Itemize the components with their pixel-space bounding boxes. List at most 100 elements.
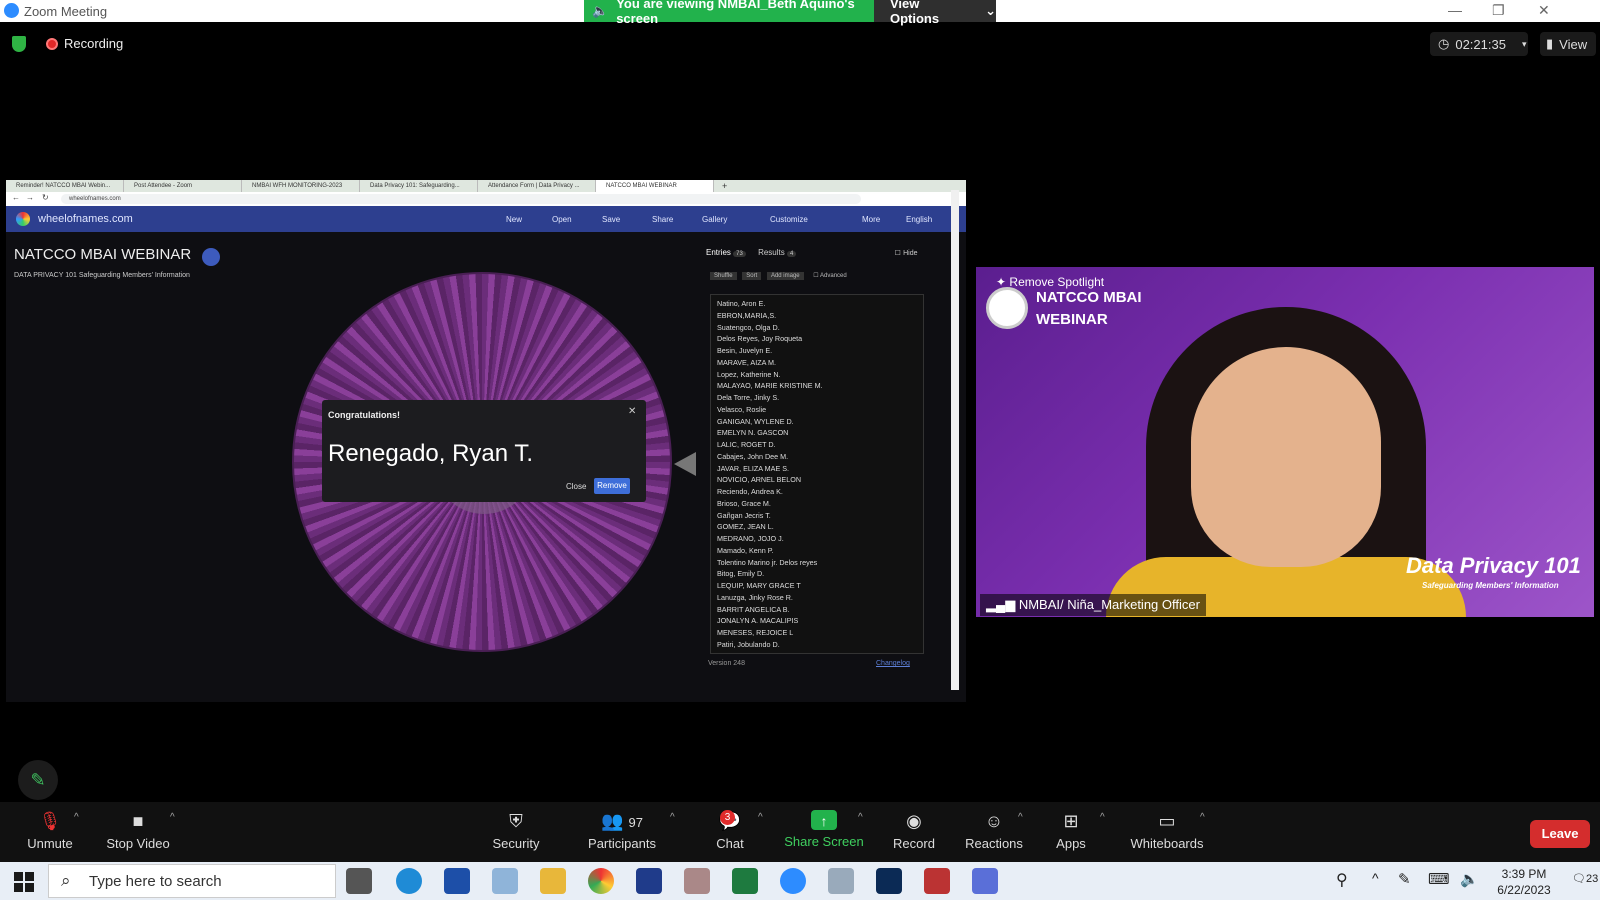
security-button[interactable]: ⛨ Security (466, 802, 566, 862)
natcco-logo-icon (986, 287, 1028, 329)
stop-video-button[interactable]: ■ Stop Video (88, 802, 188, 862)
changelog-link[interactable]: Changelog (876, 660, 910, 667)
taskbar-clock[interactable]: 3:39 PM 6/22/2023 (1486, 866, 1562, 898)
browser-tab[interactable]: Data Privacy 101: Safeguarding... (360, 180, 478, 192)
spotlight-video[interactable]: NATCCO MBAI WEBINAR ✦ Remove Spotlight D… (976, 267, 1594, 617)
entry-item: EMELYN N. GASCON (717, 428, 789, 438)
chevron-up-icon[interactable]: ^ (1200, 812, 1205, 823)
webex-icon[interactable] (636, 868, 662, 894)
nav-save-button[interactable]: Save (602, 215, 620, 224)
winrar-icon[interactable] (924, 868, 950, 894)
unmute-label: Unmute (27, 836, 73, 851)
chevron-up-icon[interactable]: ^ (1372, 870, 1379, 886)
advanced-label: Advanced (820, 273, 847, 279)
browser-tab[interactable]: Post Attendee - Zoom (124, 180, 242, 192)
meeting-timer[interactable]: ◷ 02:21:35 ▾ (1430, 32, 1528, 56)
file-explorer-icon[interactable] (540, 868, 566, 894)
app-icon[interactable] (972, 868, 998, 894)
view-button[interactable]: ▮ View (1540, 32, 1596, 56)
nav-open-button[interactable]: Open (552, 215, 572, 224)
chevron-up-icon[interactable]: ^ (858, 812, 863, 823)
edge-browser-icon[interactable] (396, 868, 422, 894)
zoom-taskbar-icon[interactable] (780, 868, 806, 894)
nav-gallery-button[interactable]: Gallery (702, 215, 727, 224)
chevron-up-icon[interactable]: ^ (1018, 812, 1023, 823)
annotate-pencil-button[interactable]: ✎ (18, 760, 58, 800)
share-screen-label: Share Screen (784, 834, 864, 849)
advanced-checkbox[interactable]: ☐ (813, 273, 818, 279)
zoom-app-icon (4, 3, 19, 18)
windows-start-icon[interactable] (14, 872, 34, 892)
sort-button[interactable]: Sort (742, 272, 762, 280)
close-icon[interactable]: ✕ (628, 406, 636, 417)
photoshop-icon[interactable] (876, 868, 902, 894)
store-app-icon[interactable] (444, 868, 470, 894)
tab-results[interactable]: Results (758, 248, 785, 257)
restore-icon[interactable]: ❐ (1492, 2, 1505, 19)
dialog-remove-button[interactable]: Remove (594, 478, 630, 494)
viewing-screen-banner: 🔈 You are viewing NMBAI_Beth Aquino's sc… (584, 0, 874, 26)
search-icon: ⌕ (61, 871, 71, 890)
share-screen-button[interactable]: ↑ Share Screen (774, 802, 874, 862)
browser-tab[interactable]: Reminder! NATCCO MBAI Webin... (6, 180, 124, 192)
entry-item: EBRON,MARIA,S. (717, 310, 777, 320)
entry-item: Delos Reyes, Joy Roqueta (717, 334, 803, 344)
browser-tab-active[interactable]: NATCCO MBAI WEBINAR (596, 180, 714, 192)
participants-button[interactable]: 👥 97 Participants (572, 802, 672, 862)
keyboard-icon[interactable]: ⌨ (1428, 870, 1450, 888)
nav-share-button[interactable]: Share (652, 215, 673, 224)
app-icon[interactable] (684, 868, 710, 894)
shuffle-button[interactable]: Shuffle (710, 272, 737, 280)
forward-icon[interactable]: → (26, 193, 34, 202)
unmute-button[interactable]: 🎙 Unmute (0, 802, 100, 862)
site-name[interactable]: wheelofnames.com (38, 213, 133, 225)
entry-item: NOVICIO, ARNEL BELON (717, 475, 802, 485)
nav-more-button[interactable]: More (862, 215, 880, 224)
chevron-up-icon[interactable]: ^ (758, 812, 763, 823)
chevron-up-icon[interactable]: ^ (1100, 812, 1105, 823)
people-icon[interactable]: ⚲ (1336, 870, 1348, 890)
nav-new-button[interactable]: New (506, 215, 522, 224)
nav-customize-button[interactable]: Customize (770, 215, 808, 224)
volume-icon[interactable]: 🔈 (1460, 870, 1479, 888)
view-layout-icon: ▮ (1546, 36, 1554, 51)
video-brand: NATCCO MBAI WEBINAR (1036, 287, 1142, 331)
taskbar-search-input[interactable]: ⌕ Type here to search (48, 864, 336, 898)
app-icon[interactable] (828, 868, 854, 894)
hide-checkbox[interactable]: ☐ (895, 250, 901, 257)
signal-icon: ▂▄▆ (986, 597, 1016, 612)
excel-icon[interactable] (732, 868, 758, 894)
tab-entries[interactable]: Entries (706, 248, 731, 257)
add-image-button[interactable]: Add image (766, 272, 804, 280)
task-view-icon[interactable] (346, 868, 372, 894)
browser-tab[interactable]: NMBAI WFH MONITORING-2023 (242, 180, 360, 192)
chevron-up-icon[interactable]: ^ (670, 812, 675, 823)
dialog-close-button[interactable]: Close (566, 482, 586, 491)
url-field[interactable]: wheelofnames.com (61, 194, 861, 204)
close-icon[interactable]: ✕ (1538, 2, 1550, 19)
chevron-up-icon[interactable]: ^ (74, 812, 79, 823)
remove-spotlight-button[interactable]: ✦ Remove Spotlight (996, 275, 1104, 289)
back-icon[interactable]: ← (12, 193, 20, 202)
app-icon[interactable] (492, 868, 518, 894)
new-tab-icon[interactable]: + (714, 181, 727, 191)
shared-screen[interactable]: Reminder! NATCCO MBAI Webin... Post Atte… (6, 180, 966, 702)
browser-tab[interactable]: Attendance Form | Data Privacy ... (478, 180, 596, 192)
leave-button[interactable]: Leave (1530, 820, 1590, 848)
reload-icon[interactable]: ↻ (42, 193, 49, 202)
minimize-icon[interactable]: — (1448, 2, 1462, 18)
edit-pencil-icon[interactable] (202, 248, 220, 266)
view-options-button[interactable]: View Options ⌄ (874, 0, 996, 26)
chevron-up-icon[interactable]: ^ (170, 812, 175, 823)
chrome-icon[interactable] (588, 868, 614, 894)
pen-icon[interactable]: ✎ (1398, 870, 1411, 888)
whiteboards-button[interactable]: ▭ Whiteboards (1114, 802, 1220, 862)
page-scrollbar[interactable] (951, 190, 959, 690)
entry-item: Brioso, Grace M. (717, 498, 771, 508)
security-shield-icon[interactable] (12, 36, 26, 52)
entries-textarea[interactable]: Natino, Aron E. EBRON,MARIA,S. Suatengco, … (710, 294, 924, 654)
nav-language-button[interactable]: English (906, 215, 932, 224)
recording-icon (46, 38, 58, 50)
apps-button[interactable]: ⊞ Apps (1026, 802, 1116, 862)
notifications-icon[interactable]: 🗨23 (1572, 872, 1598, 885)
